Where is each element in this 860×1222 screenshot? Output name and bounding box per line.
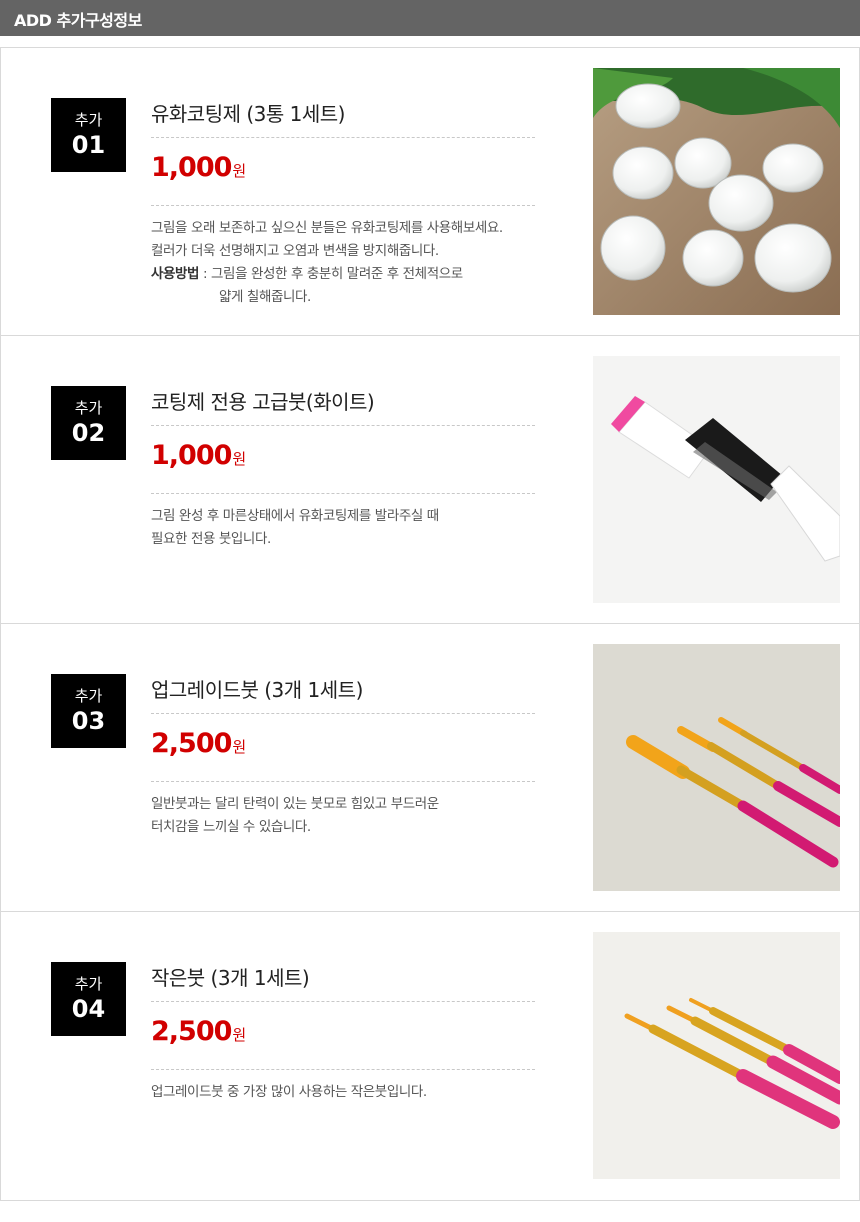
product-image-white-brush [593, 356, 840, 603]
divider [151, 781, 535, 782]
badge-label: 추가 [74, 399, 103, 417]
item-description: 일반붓과는 달리 탄력이 있는 붓모로 힘있고 부드러운 터치감을 느끼실 수 … [151, 793, 439, 839]
price-value: 1,000 [151, 440, 232, 471]
description-line: 업그레이드붓 중 가장 많이 사용하는 작은붓입니다. [151, 1084, 427, 1100]
item-price: 2,500원 [151, 728, 246, 759]
badge-label: 추가 [74, 111, 103, 129]
divider [151, 713, 535, 714]
usage-label: 사용방법 [151, 266, 200, 282]
addon-item-04: 추가 04 작은붓 (3개 1세트) 2,500원 업그레이드붓 중 가장 많이… [0, 911, 860, 1201]
usage-line: 얇게 칠해줍니다. [219, 289, 311, 305]
divider [151, 1001, 535, 1002]
description-line: 필요한 전용 붓입니다. [151, 531, 271, 547]
price-value: 1,000 [151, 152, 232, 183]
item-price: 2,500원 [151, 1016, 246, 1047]
description-line: 터치감을 느끼실 수 있습니다. [151, 819, 311, 835]
item-description: 그림을 오래 보존하고 싶으신 분들은 유화코팅제를 사용해보세요. 컬러가 더… [151, 217, 503, 309]
item-badge: 추가 02 [51, 386, 126, 460]
item-price: 1,000원 [151, 440, 246, 471]
description-line: 컬러가 더욱 선명해지고 오염과 변색을 방지해줍니다. [151, 243, 439, 259]
badge-number: 02 [71, 419, 106, 447]
badge-number: 03 [71, 707, 106, 735]
addon-item-03: 추가 03 업그레이드붓 (3개 1세트) 2,500원 일반붓과는 달리 탄력… [0, 623, 860, 913]
item-badge: 추가 01 [51, 98, 126, 172]
badge-label: 추가 [74, 975, 103, 993]
usage-text: : 그림을 완성한 후 충분히 말려준 후 전체적으로 [203, 266, 463, 282]
item-badge: 추가 04 [51, 962, 126, 1036]
price-unit: 원 [232, 450, 247, 468]
section-title: ADD 추가구성정보 [14, 11, 142, 30]
price-unit: 원 [232, 738, 247, 756]
price-unit: 원 [232, 1026, 247, 1044]
badge-label: 추가 [74, 687, 103, 705]
section-header: ADD 추가구성정보 [0, 0, 860, 36]
divider [151, 1069, 535, 1070]
addon-item-02: 추가 02 코팅제 전용 고급붓(화이트) 1,000원 그림 완성 후 마른상… [0, 335, 860, 625]
description-line: 그림 완성 후 마른상태에서 유화코팅제를 발라주실 때 [151, 508, 439, 524]
badge-number: 01 [71, 131, 106, 159]
item-description: 업그레이드붓 중 가장 많이 사용하는 작은붓입니다. [151, 1081, 427, 1104]
divider [151, 425, 535, 426]
item-price: 1,000원 [151, 152, 246, 183]
description-line: 일반붓과는 달리 탄력이 있는 붓모로 힘있고 부드러운 [151, 796, 439, 812]
description-line: 그림을 오래 보존하고 싶으신 분들은 유화코팅제를 사용해보세요. [151, 220, 503, 236]
divider [151, 137, 535, 138]
item-name: 유화코팅제 (3통 1세트) [151, 102, 345, 126]
divider [151, 205, 535, 206]
product-image-upgrade-brushes [593, 644, 840, 891]
item-name: 코팅제 전용 고급붓(화이트) [151, 390, 375, 414]
item-name: 업그레이드붓 (3개 1세트) [151, 678, 363, 702]
badge-number: 04 [71, 995, 106, 1023]
price-value: 2,500 [151, 1016, 232, 1047]
usage-line: 사용방법 : 그림을 완성한 후 충분히 말려준 후 전체적으로 [151, 263, 503, 286]
item-name: 작은붓 (3개 1세트) [151, 966, 310, 990]
item-badge: 추가 03 [51, 674, 126, 748]
price-unit: 원 [232, 162, 247, 180]
product-image-coating-jars [593, 68, 840, 315]
addon-item-01: 추가 01 유화코팅제 (3통 1세트) 1,000원 그림을 오래 보존하고 … [0, 47, 860, 337]
item-description: 그림 완성 후 마른상태에서 유화코팅제를 발라주실 때 필요한 전용 붓입니다… [151, 505, 439, 551]
divider [151, 493, 535, 494]
price-value: 2,500 [151, 728, 232, 759]
product-image-small-brushes [593, 932, 840, 1179]
